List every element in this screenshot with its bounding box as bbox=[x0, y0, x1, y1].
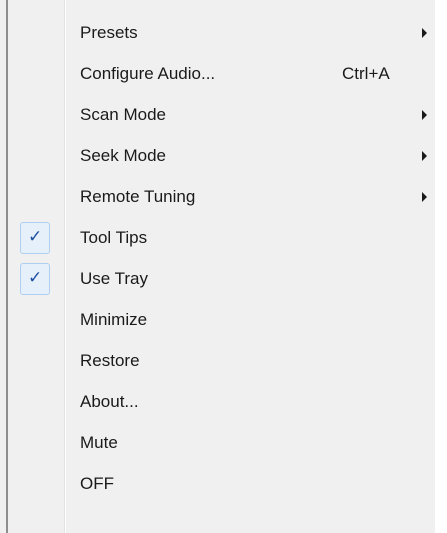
menu-item-about[interactable]: About... bbox=[8, 383, 435, 423]
submenu-arrow-icon bbox=[422, 28, 427, 38]
menu-item-use-tray[interactable]: ✓ Use Tray bbox=[8, 260, 435, 300]
menu-item-configure-audio[interactable]: Configure Audio... Ctrl+A bbox=[8, 55, 435, 95]
menu-item-remote-tuning[interactable]: Remote Tuning bbox=[8, 178, 435, 218]
menu-item-label: OFF bbox=[80, 474, 114, 493]
menu-item-label: Mute bbox=[80, 433, 118, 452]
menu-item-label: Restore bbox=[80, 351, 140, 370]
menu-item-off[interactable]: OFF bbox=[8, 465, 435, 505]
submenu-arrow-icon bbox=[422, 151, 427, 161]
check-box: ✓ bbox=[20, 222, 50, 254]
menu-item-restore[interactable]: Restore bbox=[8, 342, 435, 382]
menu-item-label: About... bbox=[80, 392, 139, 411]
checkmark-icon: ✓ bbox=[28, 227, 43, 247]
menu-item-label: Seek Mode bbox=[80, 146, 166, 165]
checkmark-icon: ✓ bbox=[28, 268, 43, 288]
menu-item-label: Scan Mode bbox=[80, 105, 166, 124]
submenu-arrow-icon bbox=[422, 110, 427, 120]
menu-item-label: Minimize bbox=[80, 310, 148, 329]
menu-item-label: Tool Tips bbox=[80, 228, 148, 247]
menu-item-label: Presets bbox=[80, 23, 138, 42]
menu-item-scan-mode[interactable]: Scan Mode bbox=[8, 96, 435, 136]
menu-item-label: Configure Audio... bbox=[80, 64, 216, 83]
menu-item-tool-tips[interactable]: ✓ Tool Tips bbox=[8, 219, 435, 259]
menu-item-seek-mode[interactable]: Seek Mode bbox=[8, 137, 435, 177]
check-box: ✓ bbox=[20, 263, 50, 295]
submenu-arrow-icon bbox=[422, 192, 427, 202]
menu-item-mute[interactable]: Mute bbox=[8, 424, 435, 464]
menu-item-presets[interactable]: Presets bbox=[8, 14, 435, 54]
menu-item-label: Use Tray bbox=[80, 269, 149, 288]
menu-item-label: Remote Tuning bbox=[80, 187, 196, 206]
menu-right-edge bbox=[435, 0, 447, 533]
menu-item-shortcut: Ctrl+A bbox=[342, 64, 390, 83]
context-menu: Presets Configure Audio... Ctrl+A Scan M… bbox=[0, 0, 447, 533]
menu-item-minimize[interactable]: Minimize bbox=[8, 301, 435, 341]
